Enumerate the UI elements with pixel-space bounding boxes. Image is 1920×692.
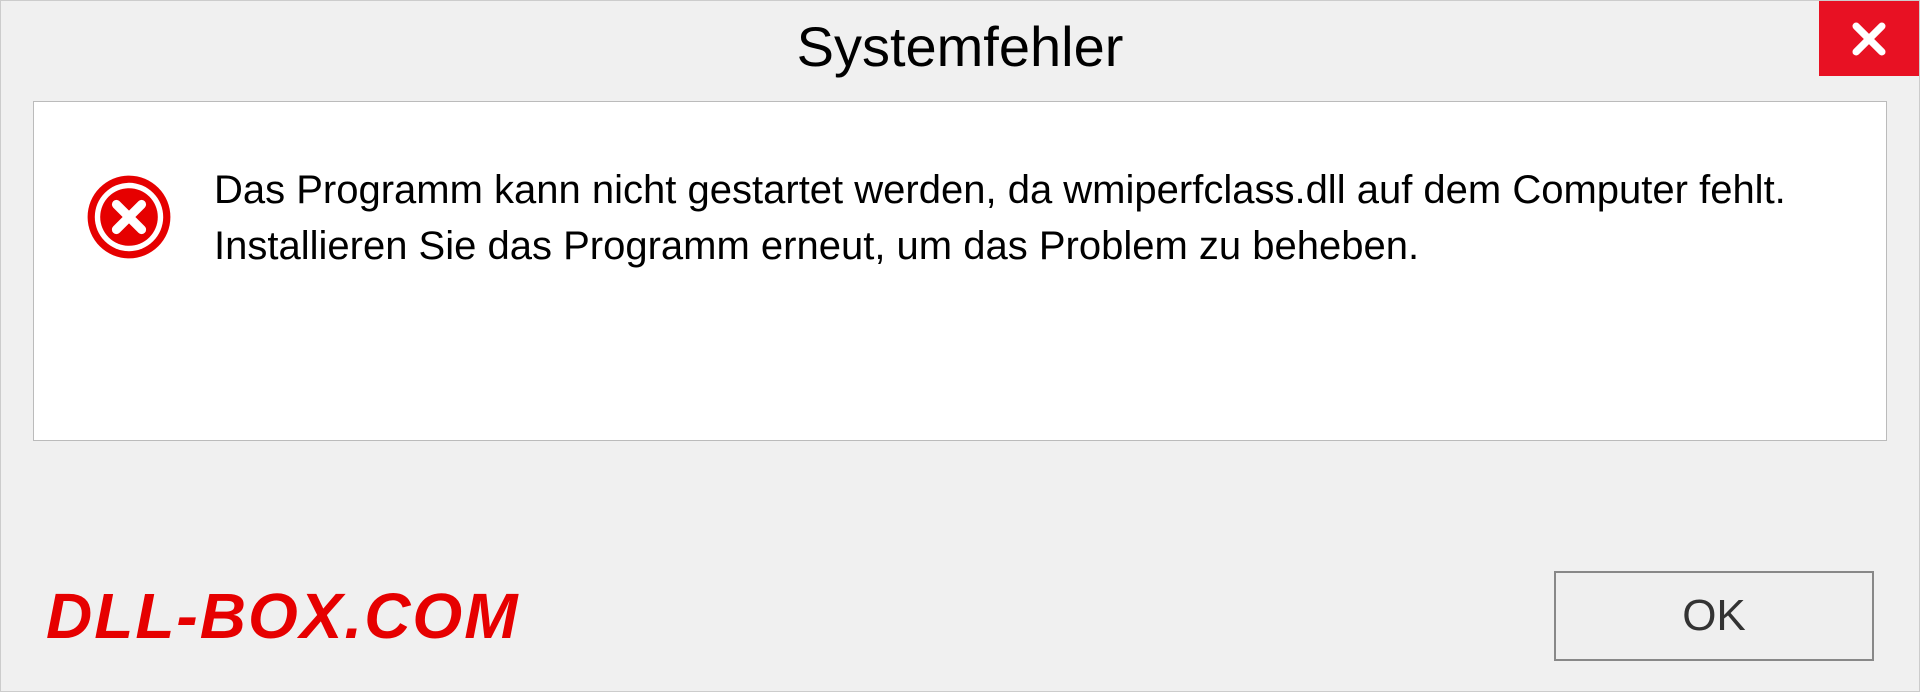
dialog-title: Systemfehler [797, 14, 1124, 79]
footer: DLL-BOX.COM OK [1, 571, 1919, 661]
error-icon [84, 172, 174, 262]
error-message: Das Programm kann nicht gestartet werden… [214, 162, 1836, 274]
close-button[interactable] [1819, 1, 1919, 76]
watermark-text: DLL-BOX.COM [46, 579, 520, 653]
close-icon [1847, 17, 1891, 61]
ok-button[interactable]: OK [1554, 571, 1874, 661]
ok-button-label: OK [1682, 591, 1746, 641]
error-dialog: Systemfehler Das Programm kann nicht ges… [0, 0, 1920, 692]
content-box: Das Programm kann nicht gestartet werden… [33, 101, 1887, 441]
titlebar: Systemfehler [1, 1, 1919, 91]
